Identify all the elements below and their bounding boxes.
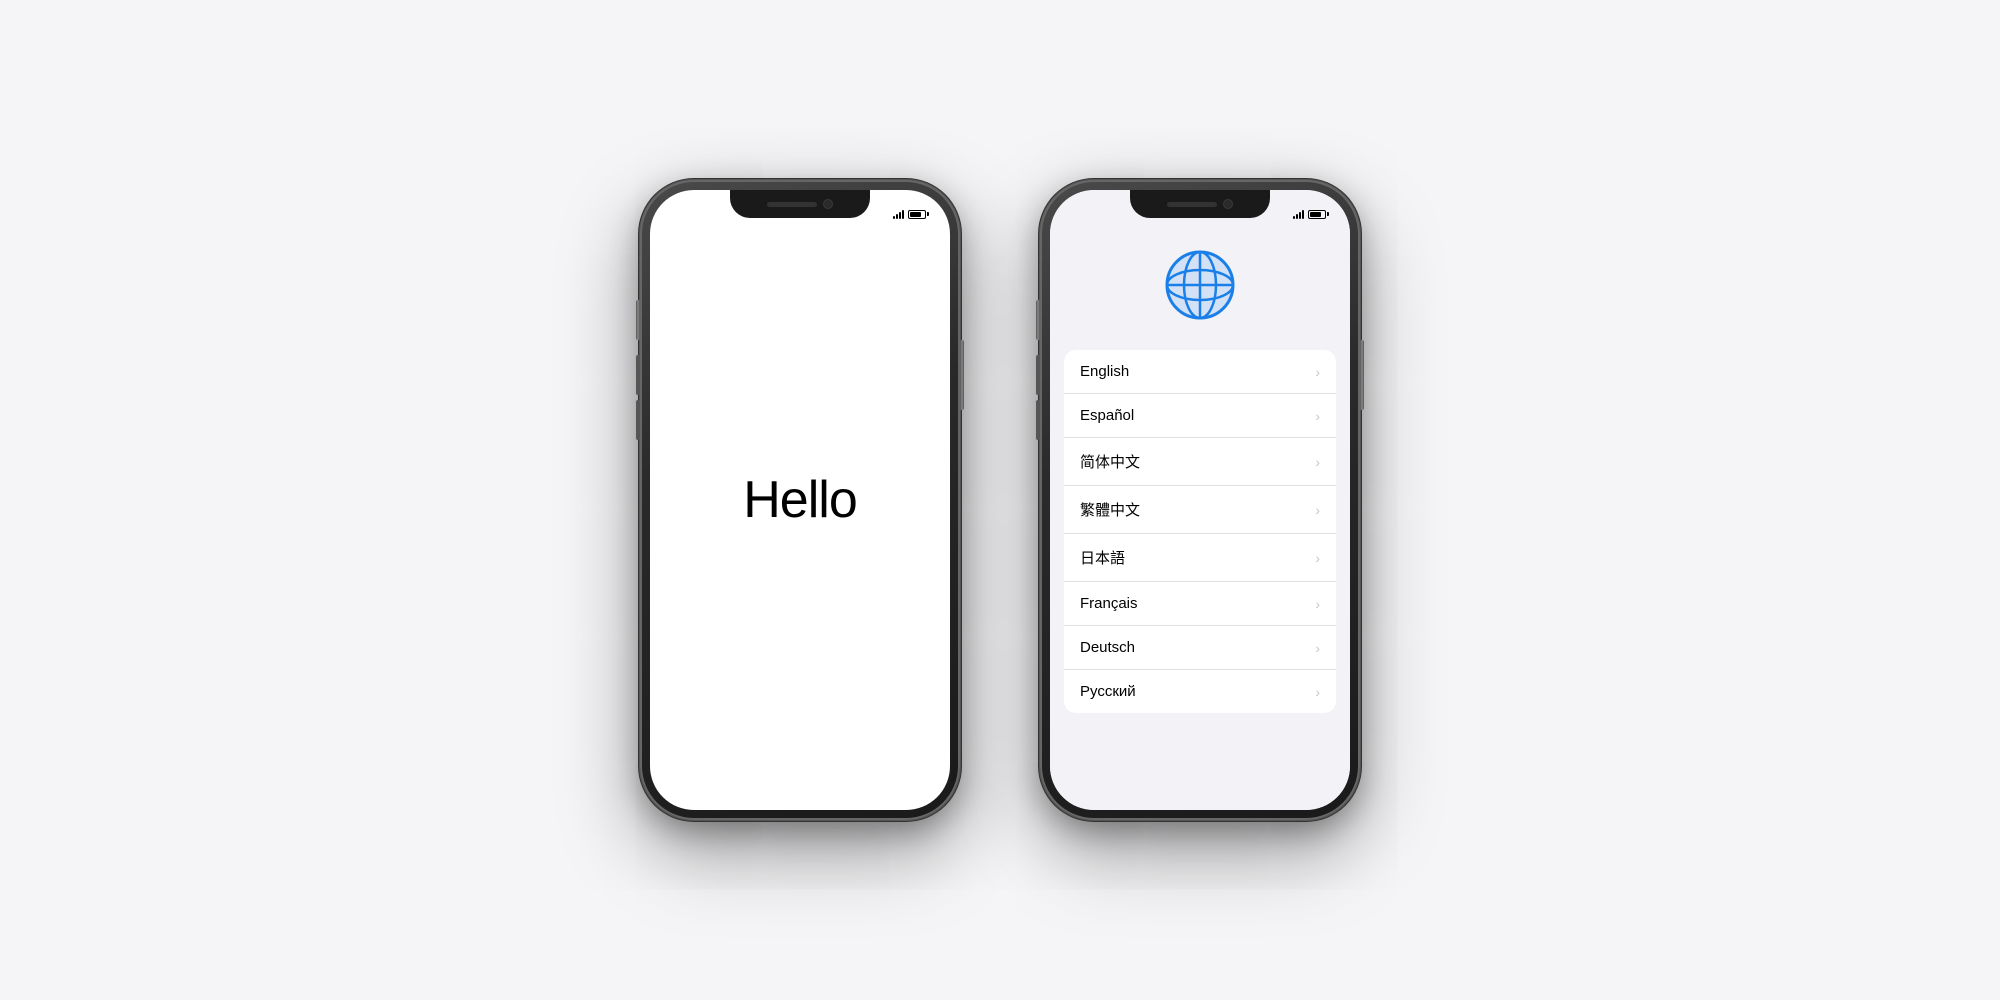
lang-item-japanese[interactable]: 日本語 ›	[1064, 534, 1336, 582]
chevron-icon-english: ›	[1315, 364, 1320, 380]
lang-item-espanol[interactable]: Español ›	[1064, 394, 1336, 438]
hello-screen: Hello	[650, 190, 950, 810]
bar4	[902, 210, 904, 219]
lang-name-traditional-chinese: 繁體中文	[1080, 499, 1140, 520]
chevron-icon-japanese: ›	[1315, 550, 1320, 566]
chevron-icon-traditional-chinese: ›	[1315, 502, 1320, 518]
lang-item-russian[interactable]: Русский ›	[1064, 670, 1336, 713]
rbar2	[1296, 214, 1298, 219]
hello-phone: Hello	[640, 180, 960, 820]
rbar4	[1302, 210, 1304, 219]
hello-screen-content: Hello	[650, 190, 950, 810]
battery-right	[1308, 210, 1326, 219]
hello-text: Hello	[743, 470, 857, 530]
language-phone: English›Español›简体中文›繁體中文›日本語›Français›D…	[1040, 180, 1360, 820]
language-list: English›Español›简体中文›繁體中文›日本語›Français›D…	[1064, 350, 1336, 713]
lang-item-english[interactable]: English ›	[1064, 350, 1336, 394]
chevron-icon-simplified-chinese: ›	[1315, 454, 1320, 470]
chevron-icon-french: ›	[1315, 596, 1320, 612]
rbar3	[1299, 212, 1301, 219]
speaker-left	[767, 202, 817, 207]
signal-bars-right	[1293, 210, 1304, 219]
lang-name-espanol: Español	[1080, 407, 1134, 424]
lang-name-french: Français	[1080, 595, 1138, 612]
chevron-icon-german: ›	[1315, 640, 1320, 656]
lang-name-english: English	[1080, 363, 1129, 380]
lang-item-traditional-chinese[interactable]: 繁體中文 ›	[1064, 486, 1336, 534]
bar3	[899, 212, 901, 219]
status-icons-left	[893, 210, 926, 219]
signal-bars-left	[893, 210, 904, 219]
status-icons-right	[1293, 210, 1326, 219]
chevron-icon-espanol: ›	[1315, 408, 1320, 424]
chevron-icon-russian: ›	[1315, 684, 1320, 700]
lang-name-russian: Русский	[1080, 683, 1136, 700]
battery-left	[908, 210, 926, 219]
battery-fill-right	[1310, 212, 1321, 217]
camera-left	[823, 199, 833, 209]
lang-name-german: Deutsch	[1080, 639, 1135, 656]
camera-right	[1223, 199, 1233, 209]
language-screen-content: English›Español›简体中文›繁體中文›日本語›Français›D…	[1050, 190, 1350, 810]
speaker-right	[1167, 202, 1217, 207]
language-screen: English›Español›简体中文›繁體中文›日本語›Français›D…	[1050, 190, 1350, 810]
lang-item-simplified-chinese[interactable]: 简体中文 ›	[1064, 438, 1336, 486]
bar1	[893, 216, 895, 219]
rbar1	[1293, 216, 1295, 219]
battery-fill-left	[910, 212, 921, 217]
lang-name-japanese: 日本語	[1080, 547, 1125, 568]
lang-name-simplified-chinese: 简体中文	[1080, 451, 1140, 472]
bar2	[896, 214, 898, 219]
notch-right	[1130, 190, 1270, 218]
globe-icon	[1165, 250, 1235, 320]
notch-left	[730, 190, 870, 218]
lang-item-german[interactable]: Deutsch ›	[1064, 626, 1336, 670]
phone-wrapper: Hello	[640, 180, 1360, 820]
lang-item-french[interactable]: Français ›	[1064, 582, 1336, 626]
